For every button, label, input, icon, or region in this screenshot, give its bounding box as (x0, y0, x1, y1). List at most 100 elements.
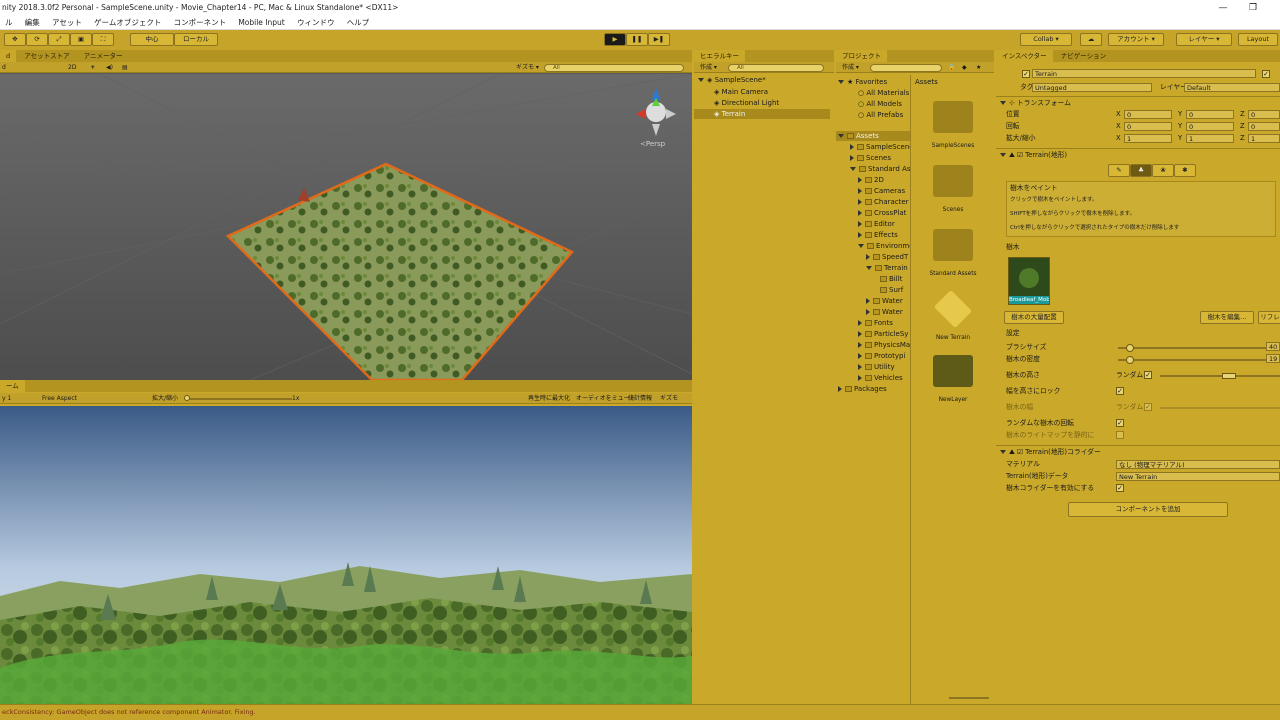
paint-trees-icon[interactable]: ♣ (1130, 164, 1152, 177)
tab-inspector[interactable]: インスペクター (996, 50, 1053, 62)
expand-icon[interactable] (866, 298, 870, 304)
account-dropdown[interactable]: アカウント ▾ (1108, 33, 1164, 46)
tab-scene[interactable]: d (0, 50, 17, 62)
tree-item[interactable]: Editor (858, 219, 895, 229)
expand-icon[interactable] (858, 199, 862, 205)
fav-all-models[interactable]: ○ All Models (858, 99, 902, 109)
tree-item[interactable]: Terrain (866, 263, 908, 273)
tree-item[interactable]: Effects (858, 230, 898, 240)
tab-game[interactable]: ーム (0, 380, 25, 392)
terrain-enabled-check[interactable]: ☑ (1017, 151, 1023, 159)
object-active-checkbox[interactable]: ✓ (1022, 70, 1030, 78)
tree-item[interactable]: Utility (858, 362, 895, 372)
asset-samplescenes[interactable]: SampleScenes (923, 101, 983, 149)
menu-gameobject[interactable]: ゲームオブジェクト (89, 16, 166, 29)
static-checkbox[interactable]: ✓ (1262, 70, 1270, 78)
play-button[interactable]: ▶ (604, 33, 626, 46)
brush-size-slider[interactable] (1118, 347, 1266, 349)
move-tool-icon[interactable]: ✥ (4, 33, 26, 46)
tree-item[interactable]: Billt (880, 274, 902, 284)
scale-tool-icon[interactable]: ⤢ (48, 33, 70, 46)
filter-label-icon[interactable]: ◆ (962, 62, 967, 73)
paint-details-icon[interactable]: ❀ (1152, 164, 1174, 177)
audio-icon[interactable]: ◀) (106, 62, 113, 73)
fav-all-prefabs[interactable]: ○ All Prefabs (858, 110, 903, 120)
lightmap-static-checkbox[interactable] (1116, 431, 1124, 439)
expand-icon[interactable] (858, 364, 862, 370)
expand-icon[interactable] (858, 210, 862, 216)
stats-toggle[interactable]: 統計情報 (628, 393, 652, 404)
expand-icon[interactable] (858, 353, 862, 359)
tree-density-slider[interactable] (1118, 359, 1266, 361)
rotation-x-field[interactable]: 0 (1124, 122, 1172, 131)
height-random-checkbox[interactable]: ✓ (1144, 371, 1152, 379)
tree-item[interactable]: ParticleSy (858, 329, 908, 339)
scene-viewport[interactable]: ≺Persp (0, 74, 692, 380)
project-create-dropdown[interactable]: 作成 ▾ (842, 62, 859, 73)
hierarchy-item-directional-light[interactable]: ◈ Directional Light (714, 98, 779, 108)
expand-icon[interactable] (850, 144, 854, 150)
asset-newlayer[interactable]: NewLayer (923, 355, 983, 403)
scale-slider-knob[interactable] (184, 395, 190, 401)
expand-icon[interactable] (858, 232, 862, 238)
lock-width-checkbox[interactable]: ✓ (1116, 387, 1124, 395)
menu-help[interactable]: ヘルプ (342, 16, 375, 29)
layer-dropdown[interactable]: Default (1184, 83, 1280, 92)
transform-tool-icon[interactable]: ⛶ (92, 33, 114, 46)
collider-enabled-check[interactable]: ☑ (1017, 448, 1023, 456)
expand-icon[interactable] (866, 254, 870, 260)
tab-asset-store[interactable]: アセットストア (18, 50, 75, 62)
scale-slider[interactable] (186, 398, 292, 400)
tag-dropdown[interactable]: Untagged (1032, 83, 1152, 92)
favorites-item[interactable]: ★ Favorites (838, 77, 887, 87)
rect-tool-icon[interactable]: ▣ (70, 33, 92, 46)
collider-header[interactable]: ⛰ ☑ Terrain(地形)コライダー (1000, 448, 1101, 457)
tree-item[interactable]: 2D (858, 175, 884, 185)
save-search-icon[interactable]: ★ (976, 62, 981, 73)
expand-icon[interactable] (858, 320, 862, 326)
tree-item[interactable]: Fonts (858, 318, 893, 328)
tree-item[interactable]: PhysicsMa (858, 340, 910, 350)
scene-root-item[interactable]: ◈ SampleScene* (698, 75, 766, 85)
expand-icon[interactable] (1000, 101, 1006, 105)
tree-prototype-thumbnail[interactable]: Broadleaf_Mobi (1008, 257, 1050, 305)
tree-item[interactable]: Water (866, 296, 903, 306)
expand-icon[interactable] (838, 80, 844, 84)
transform-header[interactable]: ⊹ トランスフォーム (1000, 99, 1071, 108)
tab-animator[interactable]: アニメーター (78, 50, 129, 62)
tree-width-range-slider[interactable] (1160, 407, 1280, 409)
expand-icon[interactable] (858, 244, 864, 248)
status-bar[interactable]: eckConsistency: GameObject does not refe… (0, 704, 1280, 720)
enable-tree-colliders-checkbox[interactable]: ✓ (1116, 484, 1124, 492)
expand-icon[interactable] (850, 155, 854, 161)
pivot-toggle[interactable]: 中心 (130, 33, 174, 46)
tree-item[interactable]: Water (866, 307, 903, 317)
game-viewport[interactable] (0, 406, 692, 704)
tree-item[interactable]: Cameras (858, 186, 905, 196)
terrain-header[interactable]: ⛰ ☑ Terrain(地形) (1000, 151, 1067, 160)
expand-icon[interactable] (698, 78, 704, 82)
mute-audio-toggle[interactable]: オーディオをミュート (576, 393, 636, 404)
hierarchy-item-main-camera[interactable]: ◈ Main Camera (714, 87, 768, 97)
tree-item[interactable]: CrossPlat (858, 208, 906, 218)
expand-icon[interactable] (858, 221, 862, 227)
expand-icon[interactable] (838, 134, 844, 138)
menu-window[interactable]: ウィンドウ (292, 16, 340, 29)
rotation-y-field[interactable]: 0 (1186, 122, 1234, 131)
maximize-on-play-toggle[interactable]: 再生時に最大化 (528, 393, 570, 404)
game-gizmos-dropdown[interactable]: ギズモ (660, 393, 678, 404)
tree-density-knob[interactable] (1126, 356, 1134, 364)
terrain-settings-icon[interactable]: ✱ (1174, 164, 1196, 177)
shading-mode[interactable]: d (2, 62, 6, 73)
expand-icon[interactable] (850, 167, 856, 171)
object-name-field[interactable]: Terrain (1032, 69, 1256, 78)
random-rotation-checkbox[interactable]: ✓ (1116, 419, 1124, 427)
expand-icon[interactable] (858, 177, 862, 183)
filter-type-icon[interactable]: 🔒 (948, 62, 955, 73)
expand-icon[interactable] (866, 266, 872, 270)
brush-size-knob[interactable] (1126, 344, 1134, 352)
tree-height-range-slider[interactable] (1160, 375, 1280, 377)
rotate-tool-icon[interactable]: ⟳ (26, 33, 48, 46)
scene-gizmos-dropdown[interactable]: ギズモ ▾ (516, 62, 539, 73)
menu-assets[interactable]: アセット (47, 16, 87, 29)
